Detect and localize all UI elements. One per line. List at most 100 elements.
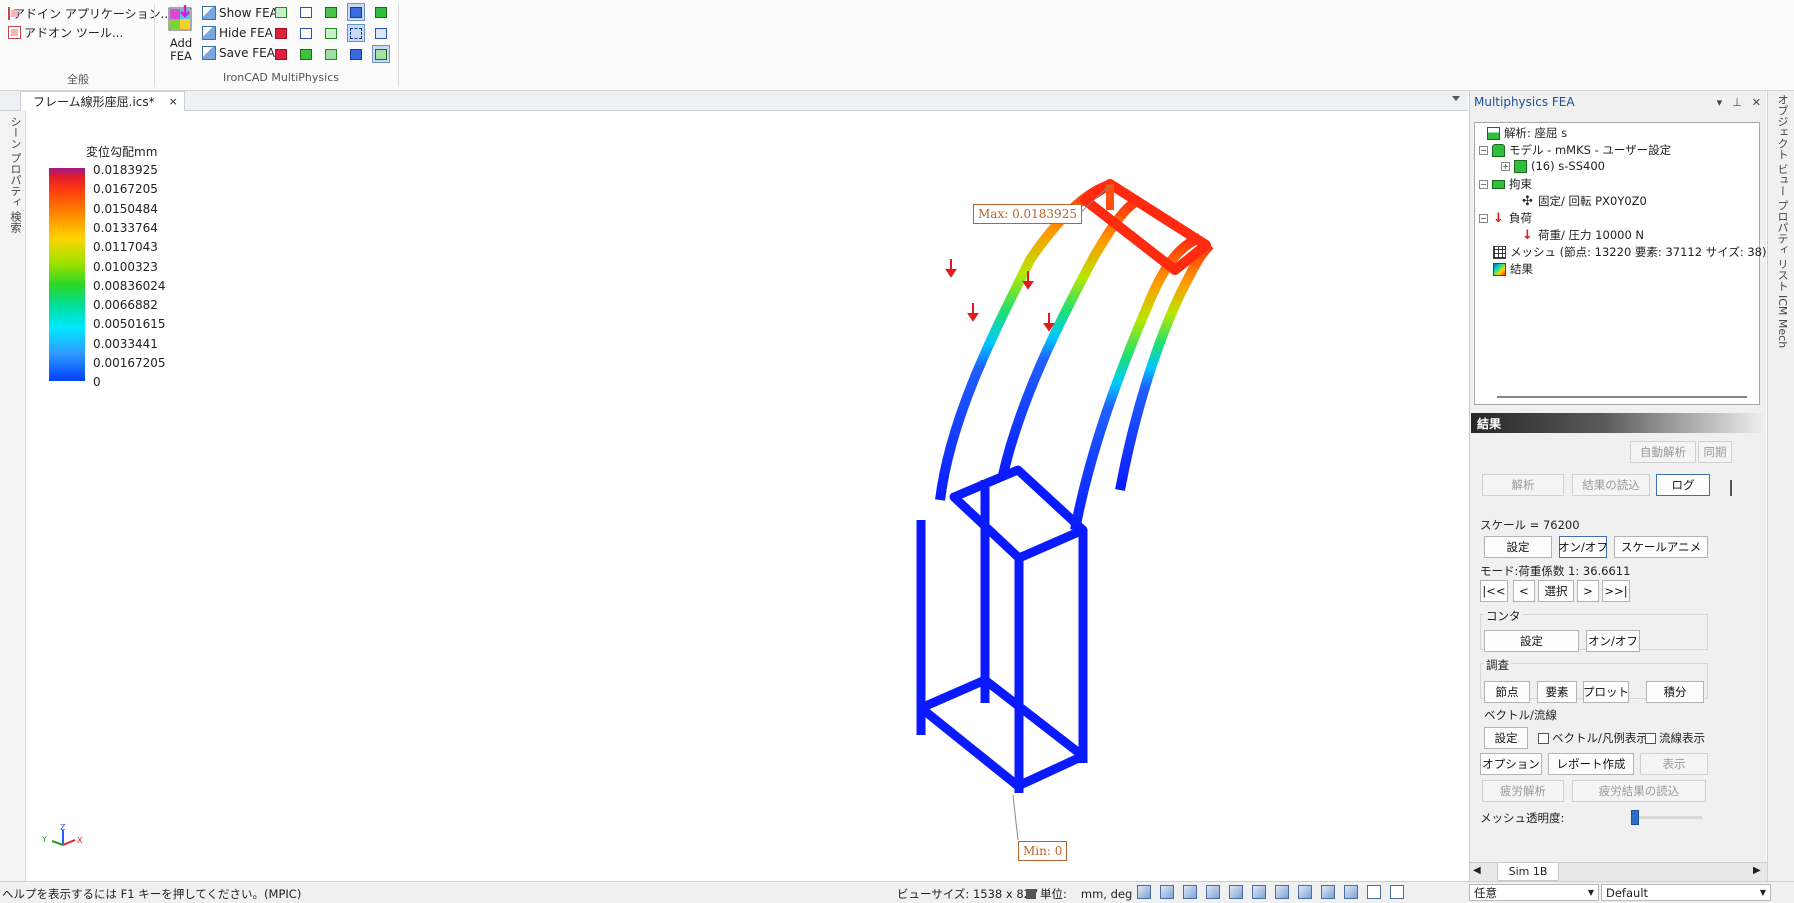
tree-item-load[interactable]: − ↓ 負荷 (1479, 210, 1532, 226)
fea-tree[interactable]: 解析: 座屈 s − モデル - mMKS - ユーザー設定 + (16) s-… (1474, 122, 1766, 405)
camera-icon[interactable] (1206, 885, 1220, 899)
snap-icon[interactable] (1252, 885, 1266, 899)
select-arrow-icon[interactable] (1367, 885, 1381, 899)
checkbox-icon[interactable] (1645, 732, 1656, 744)
select-mode-icon[interactable] (1390, 885, 1404, 899)
read-results-button[interactable]: 結果の読込 (1572, 474, 1650, 496)
nav-last-button[interactable]: >>| (1602, 580, 1630, 602)
zoom-icon[interactable] (1137, 885, 1151, 899)
auto-analysis-button[interactable]: 自動解析 (1630, 441, 1696, 463)
streamline-checkbox[interactable]: 流線表示 (1645, 730, 1705, 746)
3d-viewport[interactable]: Max: 0.0183925 Min: 0 Z X Y (27, 111, 1468, 881)
pin-icon[interactable]: ⊥ (1732, 96, 1742, 109)
green-solid-icon[interactable] (297, 45, 315, 63)
tab-sim-1b[interactable]: Sim 1B (1497, 863, 1559, 881)
section-icon[interactable] (1275, 885, 1289, 899)
tab-list-dropdown-icon[interactable] (1452, 96, 1460, 101)
panel-menu-icon[interactable]: ▾ (1717, 96, 1723, 109)
log-button[interactable]: ログ (1656, 474, 1710, 496)
light-icon[interactable] (1321, 885, 1335, 899)
selection-filter-combo[interactable]: 任意 ▼ (1469, 884, 1599, 901)
vector-setting-button[interactable]: 設定 (1484, 727, 1528, 749)
display-button[interactable]: 表示 (1640, 753, 1708, 775)
tree-item-results[interactable]: 結果 (1493, 261, 1533, 277)
unit-icon (1026, 889, 1036, 899)
sync-button[interactable]: 同期 (1698, 441, 1732, 463)
element-button[interactable]: 要素 (1537, 681, 1577, 703)
tree-item-mesh[interactable]: メッシュ (節点: 13220 要素: 37112 サイズ: 38) (1493, 244, 1766, 260)
add-fea-button[interactable]: Add FEA (165, 4, 197, 63)
checkbox-icon[interactable] (1538, 732, 1549, 744)
view-cube-icon[interactable] (1183, 885, 1197, 899)
collapse-icon[interactable]: − (1479, 145, 1488, 155)
close-icon[interactable]: × (169, 95, 178, 108)
vector-legend-checkbox[interactable]: ベクトル/凡例表示 (1538, 730, 1648, 746)
integral-button[interactable]: 積分 (1646, 681, 1704, 703)
scale-anime-button[interactable]: スケールアニメ (1614, 536, 1708, 558)
fatigue-button[interactable]: 疲労解析 (1482, 780, 1564, 802)
option-button[interactable]: オプション (1480, 753, 1542, 775)
document-tab[interactable]: フレーム線形座屈.ics* × (20, 91, 185, 111)
analyze-button[interactable]: 解析 (1482, 474, 1564, 496)
mesh-wire-icon[interactable] (322, 24, 340, 42)
dotted-box-icon[interactable] (347, 24, 365, 42)
iso-view-icon[interactable] (372, 45, 390, 63)
blue-solid-icon[interactable] (347, 45, 365, 63)
nav-prev-button[interactable]: < (1513, 580, 1535, 602)
red-box-icon[interactable] (272, 45, 290, 63)
tree-item-model[interactable]: − モデル - mMKS - ユーザー設定 (1479, 142, 1671, 158)
mesh-solid-icon[interactable] (322, 3, 340, 21)
scale-onoff-button[interactable]: オン/オフ (1558, 536, 1608, 558)
render-mode-icon[interactable] (1229, 885, 1243, 899)
fatigue-read-button[interactable]: 疲労結果の読込 (1572, 780, 1706, 802)
nav-next-button[interactable]: > (1577, 580, 1599, 602)
mesh-green-icon[interactable] (272, 3, 290, 21)
nav-first-button[interactable]: |<< (1480, 580, 1508, 602)
node-button[interactable]: 節点 (1484, 681, 1530, 703)
tree-item-load-pressure[interactable]: ↓ 荷重/ 圧力 10000 N (1521, 227, 1644, 243)
box-outline-icon[interactable] (297, 3, 315, 21)
tree-item-fixed[interactable]: ✣ 固定/ 回転 PX0Y0Z0 (1521, 193, 1647, 209)
collapse-icon[interactable]: − (1479, 179, 1488, 189)
red-solid-icon[interactable] (272, 24, 290, 42)
panel-scroll-indicator[interactable] (1730, 480, 1732, 496)
nav-select-button[interactable]: 選択 (1538, 580, 1574, 602)
tree-item-constraint[interactable]: − 拘束 (1479, 176, 1532, 192)
panel-close-icon[interactable]: ✕ (1752, 96, 1761, 109)
addin-app-button[interactable]: アドイン アプリケーション... (8, 4, 172, 23)
style-combo[interactable]: Default ▼ (1601, 884, 1771, 901)
tab-scroll-left-icon[interactable]: ◀ (1473, 865, 1481, 876)
expand-icon[interactable]: + (1501, 161, 1510, 171)
mesh-transparency-slider[interactable] (1632, 816, 1702, 819)
save-fea-button[interactable]: Save FEA (202, 43, 278, 63)
report-button[interactable]: レポート作成 (1548, 753, 1634, 775)
right-strip-tabs[interactable]: オブジェクト ビュー プロパティ リスト ICM Mech (1774, 94, 1790, 348)
plot-button[interactable]: プロット (1583, 681, 1629, 703)
collapse-icon[interactable]: − (1479, 213, 1488, 223)
contour-onoff-button[interactable]: オン/オフ (1586, 630, 1640, 652)
zoom-window-icon[interactable] (1160, 885, 1174, 899)
legend-value: 0.0066882 (93, 298, 158, 313)
tree-item-analysis[interactable]: 解析: 座屈 s (1487, 125, 1567, 141)
show-fea-button[interactable]: Show FEA (202, 3, 278, 23)
slider-thumb[interactable] (1631, 810, 1639, 825)
window-icon[interactable] (372, 24, 390, 42)
part-icon (1514, 159, 1527, 173)
grid-icon[interactable] (1298, 885, 1312, 899)
tree-item-part[interactable]: + (16) s-SS400 (1501, 159, 1605, 173)
tab-scroll-right-icon[interactable]: ▶ (1753, 865, 1761, 876)
scale-label: スケール = 76200 (1480, 518, 1580, 532)
box-blue-icon[interactable] (347, 3, 365, 21)
box-wire-icon[interactable] (297, 24, 315, 42)
display-style-icon[interactable] (1344, 885, 1358, 899)
hide-fea-button[interactable]: Hide FEA (202, 23, 278, 43)
tree-horizontal-scrollbar[interactable] (1497, 396, 1747, 398)
legend-value: 0.0117043 (93, 240, 158, 255)
mesh-green2-icon[interactable] (322, 45, 340, 63)
left-strip-tabs[interactable]: シーン プロパティ 検索 (7, 116, 23, 233)
scale-setting-button[interactable]: 設定 (1484, 536, 1552, 558)
contour-setting-button[interactable]: 設定 (1484, 630, 1579, 652)
addon-tools-button[interactable]: アドオン ツール... (8, 23, 158, 42)
green-box-icon[interactable] (372, 3, 390, 21)
view-size-text: ビューサイズ: 1538 x 827 (897, 887, 1039, 901)
